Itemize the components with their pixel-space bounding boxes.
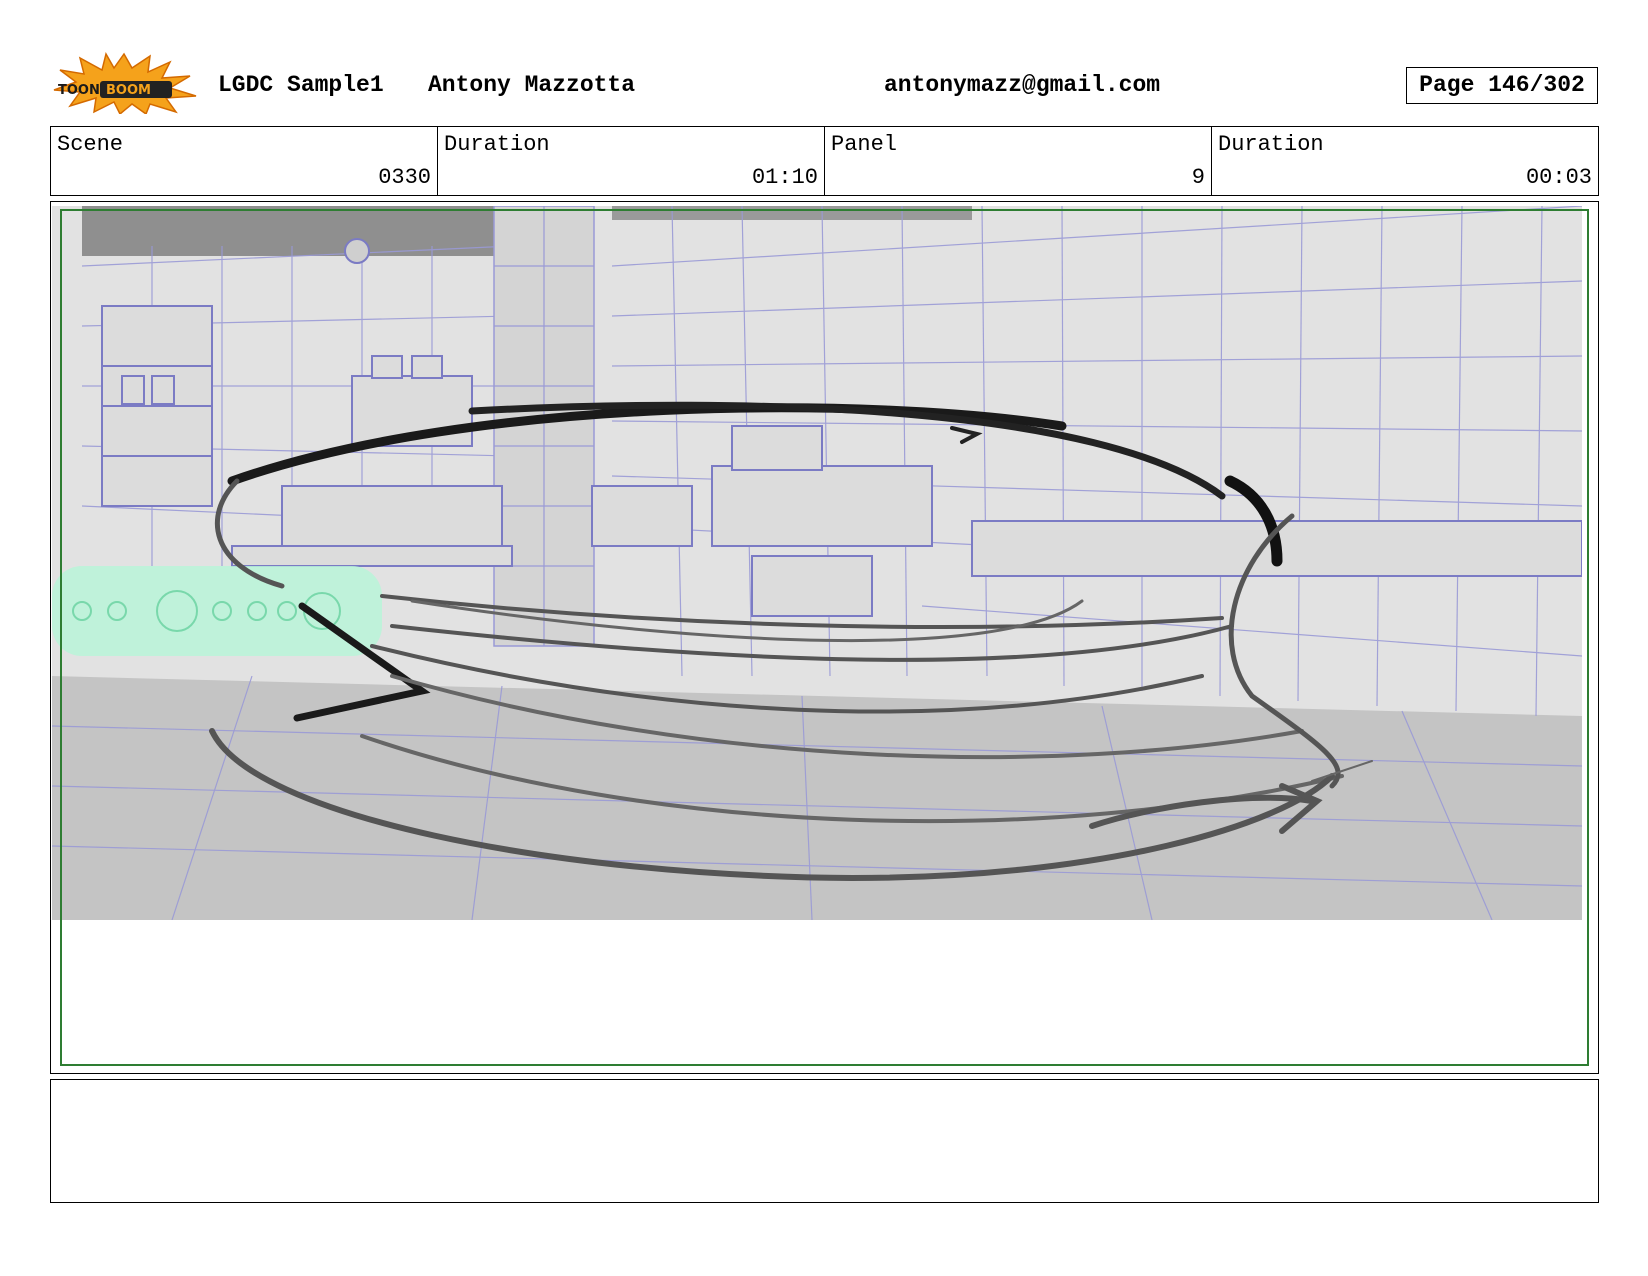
project-title: LGDC Sample1 (218, 72, 384, 98)
panel-duration-label: Duration (1218, 132, 1324, 157)
scene-info-bar: Scene 0330 Duration 01:10 Panel 9 Durati… (50, 126, 1599, 196)
safe-area-frame (60, 209, 1589, 1066)
panel-duration-cell: Duration 00:03 (1212, 127, 1598, 195)
scene-value: 0330 (378, 165, 431, 190)
scene-cell: Scene 0330 (51, 127, 438, 195)
svg-text:TOON: TOON (58, 83, 100, 98)
toon-boom-logo: TOON BOOM (53, 52, 197, 114)
author-name: Antony Mazzotta (428, 72, 636, 98)
page-number: Page 146/302 (1406, 67, 1598, 104)
panel-cell: Panel 9 (825, 127, 1212, 195)
svg-text:BOOM: BOOM (106, 83, 151, 98)
panel-notes-box (50, 1079, 1599, 1203)
panel-duration-value: 00:03 (1525, 165, 1592, 190)
scene-label: Scene (57, 132, 124, 157)
panel-label: Panel (831, 132, 898, 157)
panel-value: 9 (1191, 165, 1205, 190)
scene-duration-cell: Duration 01:10 (438, 127, 825, 195)
scene-duration-label: Duration (444, 132, 550, 157)
scene-duration-value: 01:10 (751, 165, 818, 190)
author-email: antonymazz@gmail.com (884, 72, 1161, 98)
